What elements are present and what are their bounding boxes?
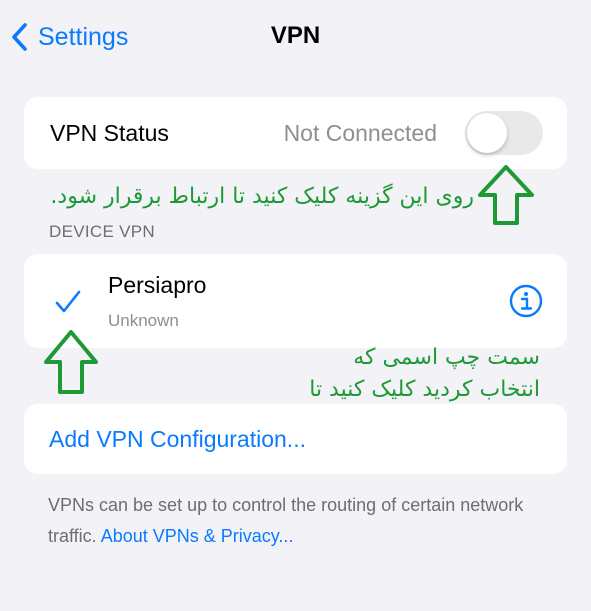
footer-note: VPNs can be set up to control the routin…	[48, 490, 548, 552]
vpn-status-label: VPN Status	[50, 120, 169, 146]
about-vpn-privacy-link[interactable]: About VPNs & Privacy...	[101, 526, 294, 546]
vpn-status-value: Not Connected	[283, 120, 437, 146]
info-icon[interactable]	[509, 284, 543, 318]
device-vpn-header: DEVICE VPN	[49, 222, 155, 241]
vpn-connection-status: Unknown	[108, 311, 179, 330]
toggle-knob	[467, 113, 507, 153]
add-vpn-configuration-label: Add VPN Configuration...	[49, 426, 306, 452]
vpn-toggle[interactable]	[465, 111, 543, 155]
add-vpn-configuration-button[interactable]: Add VPN Configuration...	[24, 404, 567, 474]
arrow-up-icon	[44, 330, 98, 394]
toggle-hint-annotation: روی این گزینه کلیک کنید تا ارتباط برقرار…	[50, 184, 474, 209]
page-title: VPN	[270, 22, 321, 49]
vpn-status-row: VPN Status Not Connected	[24, 97, 567, 169]
vpn-name: Persiapro	[108, 272, 207, 298]
checkmark-icon	[55, 290, 81, 313]
vpn-list-item[interactable]: Persiapro Unknown	[24, 254, 567, 348]
arrow-up-icon	[478, 165, 534, 225]
